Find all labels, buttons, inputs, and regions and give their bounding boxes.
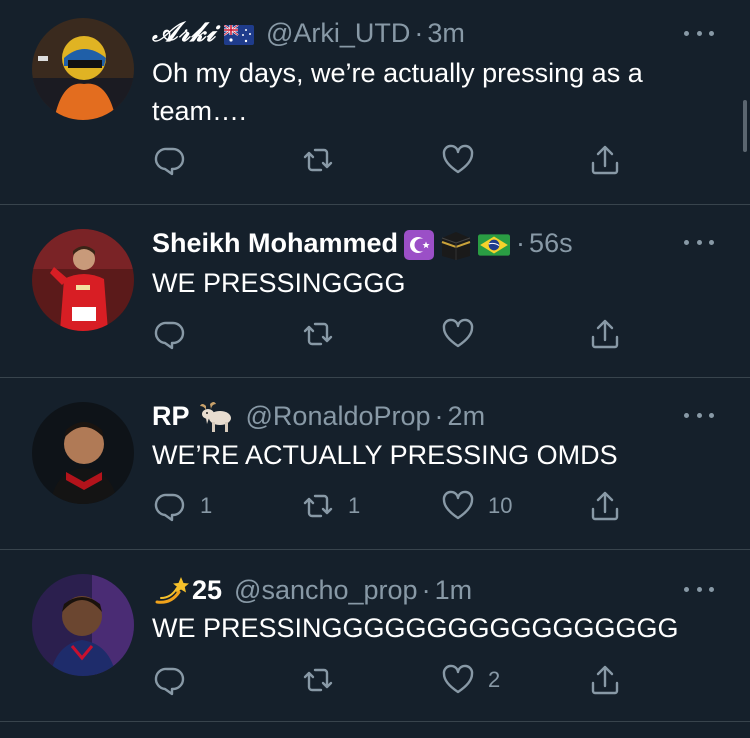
retweet-button[interactable] bbox=[302, 142, 348, 178]
share-button[interactable] bbox=[589, 662, 621, 698]
user-handle[interactable]: @sancho_prop bbox=[234, 573, 418, 607]
tweet[interactable]: 25 @sancho_prop · 1m WE PRESSINGGGGGGGGG… bbox=[0, 550, 750, 722]
tweet[interactable]: RP @RonaldoProp · 2m WE’RE ACTUALLY PRES… bbox=[0, 378, 750, 550]
display-name[interactable]: 𝒜𝓇𝓀𝒾 bbox=[152, 16, 216, 50]
more-icon[interactable] bbox=[684, 237, 714, 247]
display-name[interactable]: RP bbox=[152, 399, 190, 433]
retweet-icon bbox=[303, 322, 333, 346]
retweet-button[interactable] bbox=[302, 316, 348, 352]
tweet-actions bbox=[152, 142, 632, 178]
avatar[interactable] bbox=[32, 18, 134, 120]
share-icon bbox=[591, 491, 619, 521]
reply-count: 1 bbox=[200, 493, 213, 518]
timestamp[interactable]: 2m bbox=[448, 399, 486, 433]
retweet-icon bbox=[303, 494, 333, 518]
display-name[interactable]: 25 bbox=[192, 573, 222, 607]
separator-dot: · bbox=[421, 574, 431, 605]
reply-button[interactable] bbox=[154, 316, 200, 352]
tweet-actions: 2 bbox=[152, 662, 632, 698]
avatar[interactable] bbox=[32, 229, 134, 331]
like-icon bbox=[442, 318, 474, 348]
tweet[interactable]: 𝒜𝓇𝓀𝒾 @Arki_UTD · 3m Oh my days, we’re ac… bbox=[0, 0, 750, 205]
tweet-header: Sheikh Mohammed · 56s bbox=[152, 225, 690, 262]
retweet-button[interactable]: 1 bbox=[302, 488, 360, 524]
reply-icon bbox=[154, 667, 185, 696]
retweet-count: 1 bbox=[348, 493, 361, 518]
timeline-feed: 𝒜𝓇𝓀𝒾 @Arki_UTD · 3m Oh my days, we’re ac… bbox=[0, 0, 750, 738]
avatar[interactable] bbox=[32, 402, 134, 504]
like-count: 10 bbox=[488, 493, 513, 518]
share-icon bbox=[591, 319, 619, 349]
share-button[interactable] bbox=[589, 142, 621, 178]
display-name[interactable]: Sheikh Mohammed bbox=[152, 226, 398, 260]
retweet-icon bbox=[303, 668, 333, 692]
like-icon bbox=[442, 664, 474, 694]
tweet-text: WE PRESSINGGGGGGGGGGGGGGGGG bbox=[152, 613, 679, 643]
tweet[interactable]: Sheikh Mohammed · 56s WE PRESSINGGGG bbox=[0, 205, 750, 378]
retweet-icon bbox=[303, 148, 333, 172]
more-icon[interactable] bbox=[684, 28, 714, 38]
like-button[interactable]: 10 bbox=[442, 488, 512, 524]
user-handle[interactable]: @Arki_UTD bbox=[266, 16, 410, 50]
like-button[interactable] bbox=[442, 316, 488, 352]
share-icon bbox=[591, 665, 619, 695]
tweet-actions bbox=[152, 316, 632, 352]
reply-icon bbox=[154, 493, 185, 522]
tweet-text: Oh my days, we’re actually pressing as a… bbox=[152, 58, 643, 126]
tweet-text: WE PRESSINGGGG bbox=[152, 268, 406, 298]
separator-dot: · bbox=[516, 228, 526, 259]
like-button[interactable] bbox=[442, 142, 488, 178]
timestamp[interactable]: 56s bbox=[529, 226, 573, 260]
scrollbar[interactable] bbox=[743, 100, 747, 152]
separator-dot: · bbox=[414, 18, 424, 48]
star-and-crescent-icon bbox=[404, 226, 435, 261]
reply-button[interactable] bbox=[154, 662, 200, 698]
reply-button[interactable]: 1 bbox=[154, 488, 212, 524]
user-handle[interactable]: @RonaldoProp bbox=[246, 399, 431, 433]
tweet-header: RP @RonaldoProp · 2m bbox=[152, 398, 690, 434]
tweet-header: 25 @sancho_prop · 1m bbox=[152, 572, 690, 608]
goat-icon bbox=[198, 398, 234, 434]
like-icon bbox=[442, 490, 474, 520]
dizzy-icon bbox=[152, 572, 190, 608]
like-icon bbox=[442, 144, 474, 174]
australia-flag-icon bbox=[223, 16, 254, 50]
kaaba-icon bbox=[438, 225, 474, 262]
reply-button[interactable] bbox=[154, 142, 200, 178]
reply-icon bbox=[154, 147, 185, 176]
tweet-header: 𝒜𝓇𝓀𝒾 @Arki_UTD · 3m bbox=[152, 16, 690, 50]
like-button[interactable]: 2 bbox=[442, 662, 500, 698]
reply-icon bbox=[154, 321, 185, 350]
share-icon bbox=[591, 145, 619, 175]
avatar[interactable] bbox=[32, 574, 134, 676]
like-count: 2 bbox=[488, 667, 501, 692]
brazil-flag-icon bbox=[478, 226, 511, 260]
timestamp[interactable]: 1m bbox=[435, 573, 473, 607]
tweet-actions: 1 1 10 bbox=[152, 488, 632, 524]
more-icon[interactable] bbox=[684, 584, 714, 594]
share-button[interactable] bbox=[589, 488, 621, 524]
timestamp[interactable]: 3m bbox=[427, 16, 465, 50]
more-icon[interactable] bbox=[684, 410, 714, 420]
separator-dot: · bbox=[434, 400, 444, 431]
share-button[interactable] bbox=[589, 316, 621, 352]
retweet-button[interactable] bbox=[302, 662, 348, 698]
tweet-text: WE’RE ACTUALLY PRESSING OMDS bbox=[152, 440, 618, 470]
